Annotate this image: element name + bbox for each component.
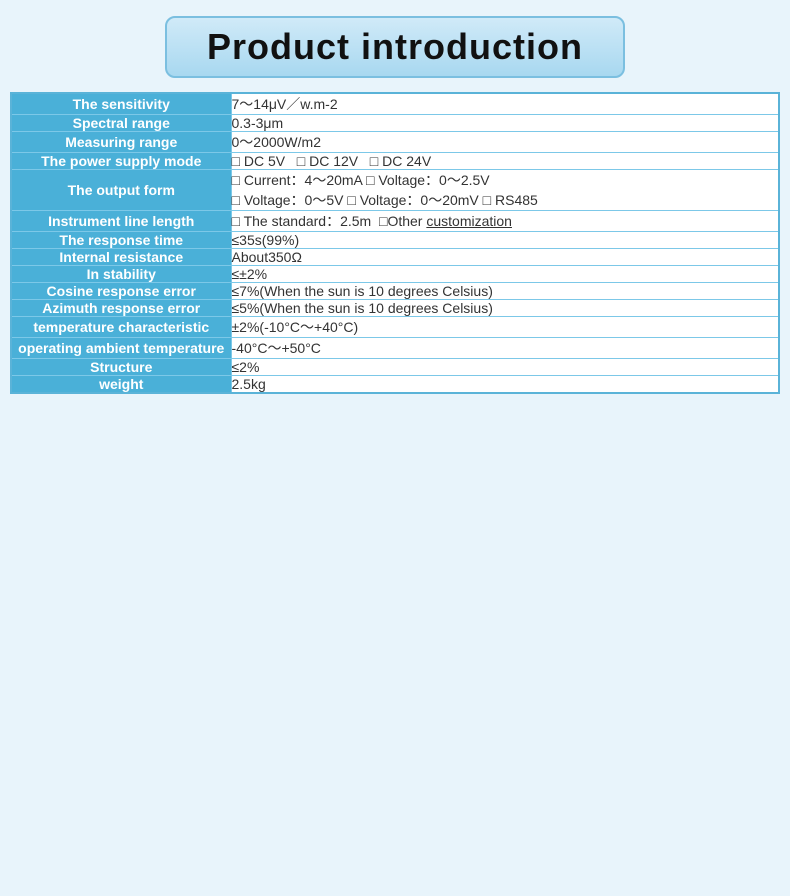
row-value: About350Ω [231,249,779,266]
table-row: weight2.5kg [11,376,779,394]
row-label: In stability [11,266,231,283]
row-value: ±2%(-10°C～+40°C) [231,317,779,338]
table-row: The response time≤35s(99%) [11,232,779,249]
table-row: Measuring range0～2000W/m2 [11,132,779,153]
table-row: operating ambient temperature-40°C～+50°C [11,338,779,359]
table-row: Instrument line length□ The standard：2.5… [11,211,779,232]
row-label: Internal resistance [11,249,231,266]
row-value: ≤±2% [231,266,779,283]
table-row: Cosine response error≤7%(When the sun is… [11,283,779,300]
row-label: weight [11,376,231,394]
row-value: □ DC 5V □ DC 12V □ DC 24V [231,153,779,170]
row-value: 2.5kg [231,376,779,394]
row-value: □ The standard：2.5m □Other customization [231,211,779,232]
row-label: The response time [11,232,231,249]
row-label: Cosine response error [11,283,231,300]
row-label: temperature characteristic [11,317,231,338]
row-value: 7～14μV／w.m-2 [231,93,779,115]
row-value: ≤2% [231,359,779,376]
row-value: 0～2000W/m2 [231,132,779,153]
table-row: The power supply mode□ DC 5V □ DC 12V □ … [11,153,779,170]
row-label: Instrument line length [11,211,231,232]
page-wrapper: Product introduction NiuBoL NiuB NiuBoL … [10,16,780,394]
row-label: Structure [11,359,231,376]
table-row: The sensitivity7～14μV／w.m-2 [11,93,779,115]
table-wrapper: NiuBoL NiuB NiuBoL The sensitivity7～14μV… [10,92,780,394]
row-value: ≤35s(99%) [231,232,779,249]
table-row: In stability≤±2% [11,266,779,283]
table-row: Internal resistanceAbout350Ω [11,249,779,266]
title-container: Product introduction [10,16,780,78]
table-row: The output form□ Current：4～20mA □ Voltag… [11,170,779,211]
row-value: ≤7%(When the sun is 10 degrees Celsius) [231,283,779,300]
table-row: Structure≤2% [11,359,779,376]
row-value: -40°C～+50°C [231,338,779,359]
row-label: The output form [11,170,231,211]
row-label: operating ambient temperature [11,338,231,359]
row-label: Azimuth response error [11,300,231,317]
table-row: Azimuth response error≤5%(When the sun i… [11,300,779,317]
spec-table: The sensitivity7～14μV／w.m-2Spectral rang… [10,92,780,394]
row-value: ≤5%(When the sun is 10 degrees Celsius) [231,300,779,317]
row-label: Measuring range [11,132,231,153]
row-label: The sensitivity [11,93,231,115]
title-box: Product introduction [165,16,625,78]
row-value: □ Current：4～20mA □ Voltage：0～2.5V□ Volta… [231,170,779,211]
row-value: 0.3-3μm [231,115,779,132]
row-label: The power supply mode [11,153,231,170]
table-row: temperature characteristic±2%(-10°C～+40°… [11,317,779,338]
table-row: Spectral range0.3-3μm [11,115,779,132]
row-label: Spectral range [11,115,231,132]
page-title: Product introduction [207,26,583,68]
